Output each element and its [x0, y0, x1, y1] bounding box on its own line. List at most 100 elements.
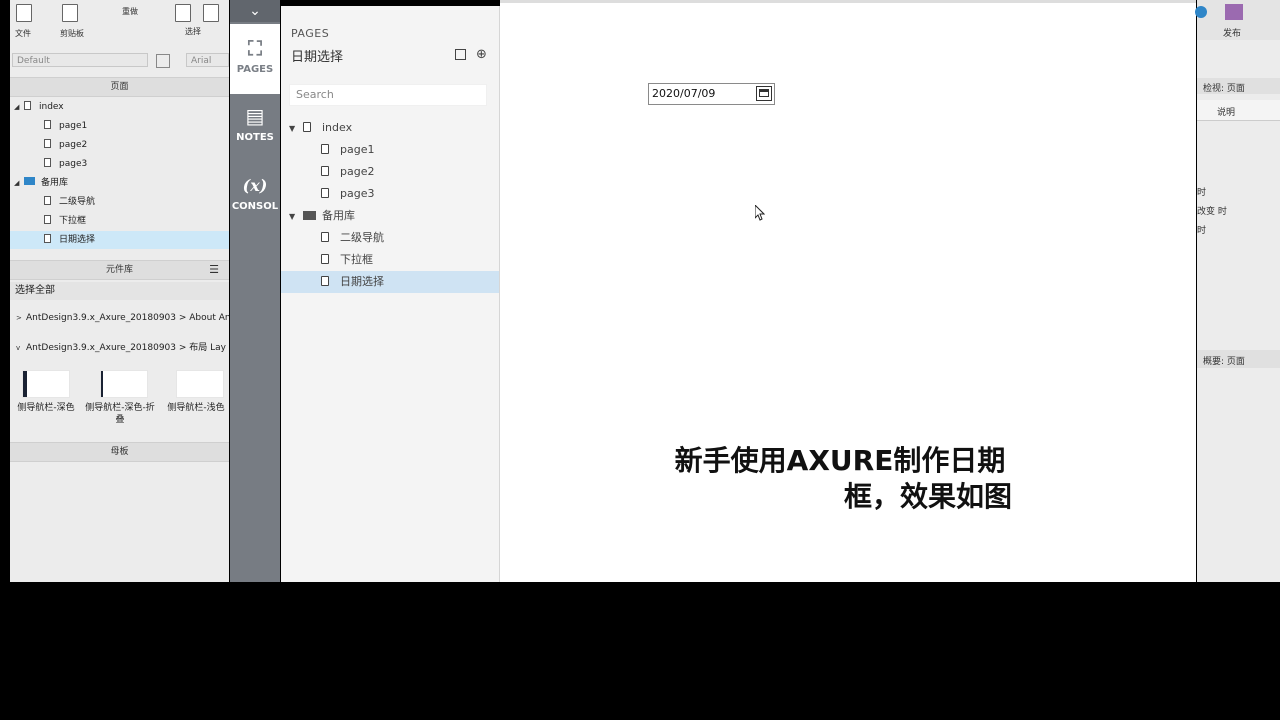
page-icon [321, 144, 329, 154]
chevron-right-icon: > [16, 314, 22, 322]
date-value: 2020/07/09 [652, 87, 716, 100]
mouse-cursor-icon [754, 203, 766, 221]
sitemap-item[interactable]: ◢ 备用库 [10, 174, 229, 192]
pages-panel-title: PAGES [291, 27, 330, 40]
pages-item-label: index [322, 121, 353, 134]
page-icon [44, 158, 51, 167]
clipboard-label: 剪贴板 [60, 29, 84, 38]
nav-pages-button[interactable]: ⛶ PAGES [230, 24, 280, 94]
pages-item[interactable]: 日期选择 [281, 271, 499, 293]
clipboard-icon[interactable] [62, 4, 78, 22]
caption-line-2: 框，效果如图 [843, 480, 1012, 513]
sitemap-item[interactable]: 二级导航 [10, 193, 229, 211]
sitemap-item[interactable]: page3 [10, 155, 229, 173]
pages-item[interactable]: ▼ index [281, 117, 499, 139]
expand-triangle-icon[interactable]: ▼ [289, 118, 303, 140]
sitemap-item-label: 二级导航 [59, 197, 96, 207]
expand-triangle-icon[interactable]: ◢ [14, 174, 24, 192]
nav-notes-button[interactable]: ▤ NOTES [230, 104, 280, 154]
axure-left-panel: 文件 剪贴板 重做 选择 Default Arial 页面 ◢ index page… [10, 0, 229, 582]
connect-icon[interactable] [203, 4, 219, 22]
pages-item[interactable]: 下拉框 [281, 249, 499, 271]
publish-icon[interactable] [1225, 4, 1243, 20]
axure-right-panel: 发布 检视: 页面 说明 时 改变 时 时 概要: 页面 [1195, 0, 1280, 582]
page-icon [321, 166, 329, 176]
page-icon [44, 120, 51, 129]
publish-label[interactable]: 发布 [1223, 26, 1241, 39]
library-group-1[interactable]: > AntDesign3.9.x_Axure_20180903 > About A… [16, 309, 229, 327]
pages-item[interactable]: ▼ 备用库 [281, 205, 499, 227]
page-icon [44, 139, 51, 148]
sitemap-item[interactable]: page1 [10, 117, 229, 135]
expand-triangle-icon[interactable]: ▼ [289, 206, 303, 228]
open-external-icon[interactable] [455, 49, 466, 60]
page-icon [303, 122, 311, 132]
widget-label-light: 侧导航栏-浅色 [167, 403, 225, 413]
caption-line-1: 新手使用AXURE制作日期 [674, 444, 1006, 477]
folder-icon [24, 177, 35, 185]
file-icon[interactable] [16, 4, 32, 22]
widget-thumb-dark[interactable] [22, 370, 70, 398]
nav-console-button[interactable]: (x) CONSOL [230, 176, 280, 226]
library-header: 元件库 ☰ [10, 260, 229, 280]
prototype-canvas: 2020/07/09 新手使用AXURE制作日期 框，效果如图 [500, 0, 1196, 582]
side-nav: ⌄ ⛶ PAGES ▤ NOTES (x) CONSOL [230, 0, 280, 582]
widget-label-dark: 侧导航栏-深色 [17, 403, 75, 413]
library-group-2[interactable]: v AntDesign3.9.x_Axure_20180903 > 布局 Lay [16, 339, 226, 357]
expand-triangle-icon[interactable]: ◢ [14, 98, 24, 116]
sitemap-item-label: 备用库 [41, 178, 69, 188]
style-select[interactable]: Default [12, 53, 148, 67]
library-title: 元件库 [105, 265, 133, 275]
widget-label-dark-folded: 侧导航栏-深色-折叠 [85, 403, 155, 425]
date-input[interactable]: 2020/07/09 [648, 83, 775, 105]
pages-item-label: page1 [340, 143, 375, 156]
pages-item[interactable]: 二级导航 [281, 227, 499, 249]
sitemap-item-label: 日期选择 [59, 235, 96, 245]
select-all-dropdown[interactable]: 选择全部 [10, 282, 229, 300]
masters-header: 母板 [10, 442, 229, 462]
nav-notes-label: NOTES [236, 132, 274, 143]
menu-icon[interactable]: ☰ [209, 261, 219, 279]
pages-item-label: page2 [340, 165, 375, 178]
widget-thumb-dark-folded[interactable] [100, 370, 148, 398]
sitemap-item[interactable]: 日期选择 [10, 231, 229, 249]
widget-thumb-light[interactable] [176, 370, 224, 398]
sitemap-item-label: page3 [59, 159, 88, 169]
share-icon[interactable] [1195, 6, 1207, 18]
font-select[interactable]: Arial [186, 53, 229, 67]
sitemap-item-label: page1 [59, 121, 88, 131]
page-icon [44, 196, 51, 205]
video-caption: 新手使用AXURE制作日期 框，效果如图 [500, 443, 1056, 515]
page-icon [321, 276, 329, 286]
target-icon[interactable]: ⊕ [476, 47, 487, 62]
pages-search-input[interactable]: Search [289, 84, 487, 106]
page-icon [44, 234, 51, 243]
sitemap-item[interactable]: ◢ index [10, 98, 229, 116]
pages-item[interactable]: page1 [281, 139, 499, 161]
masters-title: 母板 [110, 447, 129, 457]
page-icon [24, 101, 31, 110]
notes-desc-tab[interactable]: 说明 [1217, 105, 1235, 118]
pages-item-label: 日期选择 [340, 275, 384, 288]
page-icon [44, 215, 51, 224]
pages-item[interactable]: page3 [281, 183, 499, 205]
sitemap-icon: ⛶ [248, 36, 262, 60]
library-group-1-label: AntDesign3.9.x_Axure_20180903 > About An [26, 313, 229, 323]
collapse-chevron-icon[interactable]: ⌄ [230, 0, 280, 22]
style-edit-icon[interactable] [156, 54, 170, 68]
select-icon[interactable] [175, 4, 191, 22]
calendar-icon[interactable] [756, 86, 772, 101]
folder-icon [303, 211, 316, 220]
sitemap-item-label: page2 [59, 140, 88, 150]
sitemap-item[interactable]: 下拉框 [10, 212, 229, 230]
pages-panel: PAGES 日期选择 ⊕ Search ▼ index page1 page2 page… [281, 6, 500, 582]
notes-icon: ▤ [245, 104, 265, 128]
sitemap-item[interactable]: page2 [10, 136, 229, 154]
sitemap-header: 页面 [10, 77, 229, 97]
file-label: 文件 [15, 29, 31, 38]
pages-item[interactable]: page2 [281, 161, 499, 183]
redo-label[interactable]: 重做 [122, 6, 138, 17]
library-group-2-label: AntDesign3.9.x_Axure_20180903 > 布局 Lay [26, 343, 226, 353]
sitemap-title: 页面 [110, 82, 129, 92]
chevron-down-icon: v [16, 344, 21, 352]
